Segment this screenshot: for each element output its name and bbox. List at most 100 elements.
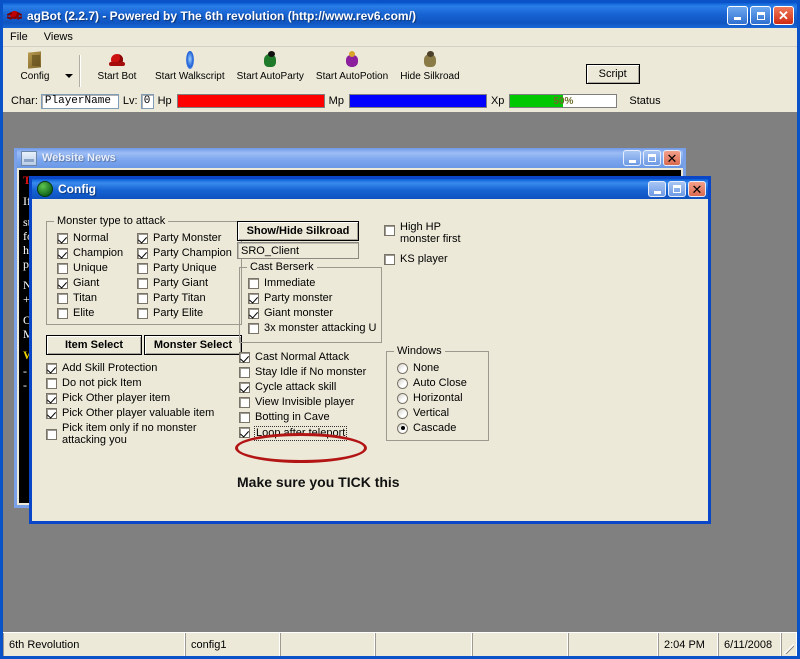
checkbox-high-hp-monster-first[interactable]: High HP monster first [384,221,524,245]
checkbox-box [248,278,259,289]
checkbox-box [248,308,259,319]
maximize-button[interactable] [750,6,771,25]
checkbox-ks-player[interactable]: KS player [384,253,524,266]
char-label: Char: [11,95,38,107]
checkbox-label: Stay Idle if No monster [255,366,367,378]
status-cell-config: config1 [185,633,280,656]
checkbox-label: 3x monster attacking U [264,322,377,334]
checkbox-label: Party Unique [153,262,217,274]
monster-type-title: Monster type to attack [54,215,169,227]
news-window-title: Website News [42,152,116,164]
radio-none[interactable]: None [397,362,467,374]
toolbar-button-start-walkscript[interactable]: Start Walkscript [149,50,231,82]
config-window-title: Config [58,182,96,196]
checkbox-party-titan[interactable]: Party Titan [137,292,232,305]
high-hp-line2: monster first [400,233,461,245]
config-minimize-button[interactable] [648,181,666,197]
checkbox-normal[interactable]: Normal [57,232,123,245]
checkbox-pick-other-player-valuable-item[interactable]: Pick Other player valuable item [46,407,246,420]
checkbox-box [46,378,57,389]
minimize-button[interactable] [727,6,748,25]
item-select-button[interactable]: Item Select [46,335,142,355]
toolbar-button-start-autoparty[interactable]: Start AutoParty [231,50,310,82]
radio-cascade[interactable]: Cascade [397,422,467,434]
config-maximize-button[interactable] [668,181,686,197]
checkbox-pick-item-only-if-no-monster[interactable]: Pick item only if no monster attacking y… [46,422,246,446]
toolbar-button-start-bot[interactable]: Start Bot [85,50,149,82]
checkbox-label: Loop after teleport [254,426,348,441]
attack-options-list: Cast Normal Attack Stay Idle if No monst… [239,351,389,443]
checkbox-cast-normal-attack[interactable]: Cast Normal Attack [239,351,389,364]
checkbox-elite[interactable]: Elite [57,307,123,320]
news-maximize-button[interactable] [643,150,661,166]
checkbox-party-elite[interactable]: Party Elite [137,307,232,320]
checkbox-label: Add Skill Protection [62,362,158,374]
checkbox-3x-monster-attacking-u[interactable]: 3x monster attacking U [248,322,377,335]
status-cell-company: 6th Revolution [3,633,185,656]
checkbox-label: Party Titan [153,292,206,304]
walkscript-icon [180,50,200,70]
checkbox-do-not-pick-item[interactable]: Do not pick Item [46,377,246,390]
checkbox-box [46,429,57,440]
checkbox-titan[interactable]: Titan [57,292,123,305]
checkbox-immediate[interactable]: Immediate [248,277,377,290]
spider-icon [6,8,23,24]
checkbox-berserk-party-monster[interactable]: Party monster [248,292,377,305]
toolbar-label-start-autopotion: Start AutoPotion [315,71,389,82]
script-button[interactable]: Script [585,64,640,84]
checkbox-party-unique[interactable]: Party Unique [137,262,232,275]
checkbox-giant[interactable]: Giant [57,277,123,290]
chevron-down-icon[interactable] [65,74,73,78]
checkbox-box [239,367,250,378]
checkbox-pick-other-player-item[interactable]: Pick Other player item [46,392,246,405]
checkbox-label: Normal [73,232,109,244]
main-titlebar: agBot (2.2.7) - Powered by The 6th revol… [3,3,797,28]
checkbox-box [137,263,148,274]
radio-auto-close[interactable]: Auto Close [397,377,467,389]
toolbar-button-start-autopotion[interactable]: Start AutoPotion [310,50,394,82]
toolbar-label-config: Config [20,71,50,82]
news-minimize-button[interactable] [623,150,641,166]
status-cell-time: 2:04 PM [658,633,718,656]
checkbox-party-champion[interactable]: Party Champion [137,247,232,260]
checkbox-loop-after-teleport[interactable]: Loop after teleport [239,426,389,441]
resize-grip[interactable] [781,633,797,656]
checkbox-party-giant[interactable]: Party Giant [137,277,232,290]
radio-horizontal[interactable]: Horizontal [397,392,467,404]
checkbox-cycle-attack-skill[interactable]: Cycle attack skill [239,381,389,394]
checkbox-botting-in-cave[interactable]: Botting in Cave [239,411,389,424]
checkbox-unique[interactable]: Unique [57,262,123,275]
menu-item-views[interactable]: Views [44,29,81,45]
checkbox-champion[interactable]: Champion [57,247,123,260]
toolbar-label-start-bot: Start Bot [97,71,137,82]
radio-vertical[interactable]: Vertical [397,407,467,419]
top-right-options: High HP monster first KS player [384,221,524,268]
menu-item-file[interactable]: File [10,29,36,45]
config-close-button[interactable]: ✕ [688,181,706,197]
client-name-field[interactable]: SRO_Client [237,242,359,259]
toolbar: Config Start Bot Start Walkscript Start … [3,47,797,93]
toolbar-button-hide-silkroad[interactable]: Hide Silkroad [394,50,465,82]
checkbox-label: Party monster [264,292,333,304]
show-hide-silkroad-button[interactable]: Show/Hide Silkroad [237,221,359,241]
radio-circle [397,377,408,389]
news-titlebar[interactable]: Website News ✕ [17,148,683,168]
checkbox-box [57,233,68,244]
level-field[interactable]: 0 [140,93,154,109]
news-close-button[interactable]: ✕ [663,150,681,166]
checkbox-label: KS player [400,253,448,265]
checkbox-berserk-giant-monster[interactable]: Giant monster [248,307,377,320]
monster-select-button[interactable]: Monster Select [144,335,242,355]
mp-bar [348,94,487,108]
statusbar: 6th Revolution config1 2:04 PM 6/11/2008 [3,632,797,656]
checkbox-stay-idle-if-no-monster[interactable]: Stay Idle if No monster [239,366,389,379]
toolbar-button-config[interactable]: Config [3,50,67,82]
checkbox-party-monster[interactable]: Party Monster [137,232,232,245]
config-titlebar[interactable]: Config ✕ [32,179,708,199]
character-name-field[interactable]: PlayerName [40,93,119,109]
checkbox-add-skill-protection[interactable]: Add Skill Protection [46,362,246,375]
checkbox-view-invisible-player[interactable]: View Invisible player [239,396,389,409]
status-cell-5 [472,633,568,656]
close-button[interactable]: ✕ [773,6,794,25]
checkbox-label: Pick item only if no monster attacking y… [62,422,197,446]
